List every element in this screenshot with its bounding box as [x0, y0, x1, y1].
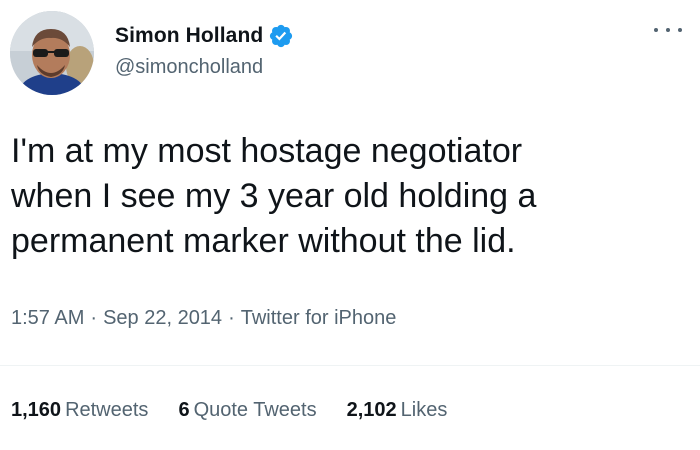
tweet-text-line: I'm at my most hostage negotiator — [11, 132, 523, 170]
meta-separator: · — [90, 307, 98, 329]
quote-tweets-count: 6 — [178, 399, 190, 421]
likes-stat[interactable]: 2,102 Likes — [347, 399, 448, 422]
tweet-metadata: 1:57 AM · Sep 22, 2014 · Twitter for iPhone — [11, 307, 396, 330]
more-options-icon-dot — [666, 28, 670, 32]
more-options-icon-dot — [678, 28, 682, 32]
name-row: Simon Holland — [115, 22, 294, 50]
more-options-button[interactable] — [654, 18, 682, 42]
tweet-text: I'm at my most hostage negotiator when I… — [11, 129, 681, 264]
quote-tweets-stat[interactable]: 6 Quote Tweets — [178, 399, 316, 422]
tweet-date[interactable]: Sep 22, 2014 — [103, 307, 222, 329]
likes-label: Likes — [400, 399, 448, 421]
more-options-icon — [654, 28, 658, 32]
display-name[interactable]: Simon Holland — [115, 24, 263, 48]
likes-count: 2,102 — [346, 399, 397, 421]
tweet-text-line: permanent marker without the lid. — [11, 222, 516, 260]
tweet-time[interactable]: 1:57 AM — [11, 307, 84, 329]
retweets-label: Retweets — [65, 399, 149, 421]
verified-badge-icon — [268, 23, 294, 49]
divider — [0, 365, 700, 366]
tweet-card: Simon Holland @simoncholland I'm at my m… — [0, 0, 700, 450]
quote-tweets-label: Quote Tweets — [193, 399, 317, 421]
tweet-source[interactable]: Twitter for iPhone — [241, 307, 397, 329]
user-handle[interactable]: @simoncholland — [115, 56, 294, 79]
engagement-stats: 1,160 Retweets 6 Quote Tweets 2,102 Likes — [11, 399, 477, 422]
tweet-text-line: when I see my 3 year old holding a — [11, 177, 537, 215]
retweets-stat[interactable]: 1,160 Retweets — [11, 399, 148, 422]
retweets-count: 1,160 — [11, 399, 62, 421]
author-block: Simon Holland @simoncholland — [115, 22, 294, 79]
meta-separator: · — [228, 307, 235, 329]
avatar[interactable] — [10, 11, 94, 95]
avatar-image — [10, 11, 94, 95]
